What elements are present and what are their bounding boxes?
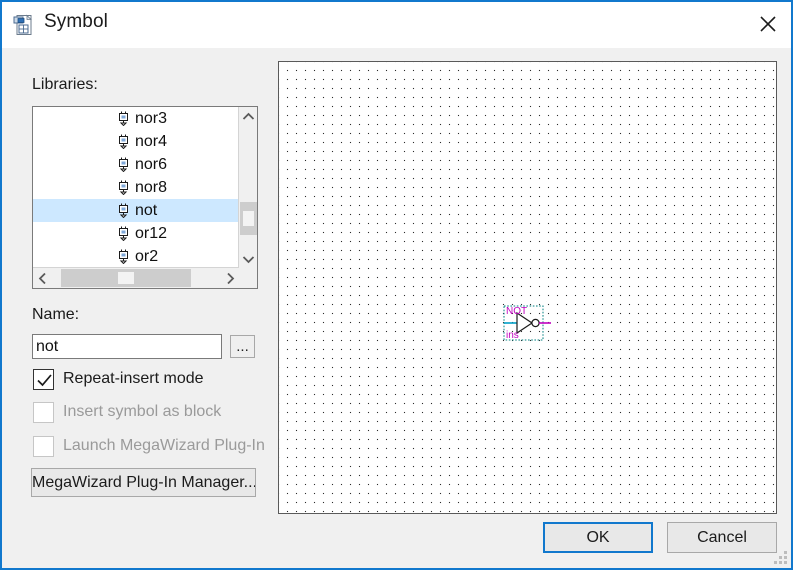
horizontal-scroll-thumb[interactable]	[61, 269, 191, 287]
libraries-list[interactable]: nor3 nor4 nor6 nor8 not or12 or2	[33, 107, 239, 268]
list-item-label: not	[135, 201, 158, 219]
list-item[interactable]: nor4	[33, 130, 239, 153]
name-label: Name:	[32, 306, 80, 323]
insert-symbol-as-block-checkbox	[33, 401, 54, 423]
list-item-label: nor3	[135, 109, 168, 127]
launch-megawizard-checkbox	[33, 435, 54, 457]
scroll-left-icon[interactable]	[33, 269, 51, 287]
horizontal-scroll-thumb-inner	[117, 271, 135, 285]
list-item-label: nor4	[135, 132, 168, 150]
not-gate-symbol: NOT ins	[503, 305, 553, 341]
list-item[interactable]: nor8	[33, 176, 239, 199]
symbol-pin-text: ins	[506, 330, 519, 341]
vertical-scroll-thumb-inner	[242, 210, 255, 227]
list-item[interactable]: not	[33, 199, 239, 222]
title-bar: Symbol	[2, 2, 791, 49]
launch-megawizard-label: Launch MegaWizard Plug-In	[63, 437, 265, 454]
list-item[interactable]: nor6	[33, 153, 239, 176]
resize-grip-dot	[779, 556, 782, 559]
scroll-up-icon[interactable]	[239, 107, 257, 125]
list-item-label: or12	[135, 224, 168, 242]
list-item[interactable]: or2	[33, 245, 239, 268]
symbol-chip-icon	[117, 157, 130, 173]
repeat-insert-mode-checkbox[interactable]	[33, 368, 54, 390]
ok-button[interactable]: OK	[543, 522, 653, 553]
insert-symbol-as-block-checkbox-row: Insert symbol as block	[33, 401, 221, 423]
insert-symbol-as-block-label: Insert symbol as block	[63, 403, 222, 420]
browse-button[interactable]: ...	[230, 335, 255, 358]
window-title: Symbol	[44, 11, 108, 32]
symbol-preview-canvas[interactable]: NOT ins	[278, 61, 777, 514]
repeat-insert-mode-checkbox-row[interactable]: Repeat-insert mode	[33, 368, 204, 390]
resize-grip-dot	[779, 561, 782, 564]
list-item-label: nor6	[135, 155, 168, 173]
list-item-label: nor8	[135, 178, 168, 196]
close-icon[interactable]	[744, 2, 791, 46]
resize-grip-dot	[784, 551, 787, 554]
launch-megawizard-checkbox-row: Launch MegaWizard Plug-In	[33, 435, 265, 457]
symbol-chip-icon	[117, 226, 130, 242]
symbol-chip-icon	[117, 134, 130, 150]
list-item-label: or2	[135, 247, 159, 265]
libraries-label: Libraries:	[32, 76, 98, 93]
scroll-right-icon[interactable]	[221, 269, 239, 287]
libraries-vertical-scrollbar[interactable]	[238, 107, 257, 268]
scrollbar-corner	[239, 268, 257, 288]
vertical-scroll-thumb[interactable]	[240, 202, 257, 235]
resize-grip-dot	[774, 561, 777, 564]
symbol-file-icon	[12, 13, 36, 37]
symbol-chip-icon	[117, 180, 130, 196]
megawizard-plugin-manager-button[interactable]: MegaWizard Plug-In Manager...	[31, 468, 256, 497]
symbol-dialog-window: Symbol Libraries: nor3 nor4 nor6 nor8 not or1…	[0, 0, 793, 570]
resize-grip-dot	[784, 556, 787, 559]
symbol-chip-icon	[117, 111, 130, 127]
scroll-down-icon[interactable]	[239, 250, 257, 268]
dialog-body: Libraries: nor3 nor4 nor6 nor8 not or12 or2	[2, 48, 791, 568]
symbol-chip-icon	[117, 203, 130, 219]
symbol-name-text: NOT	[506, 306, 527, 317]
list-item[interactable]: nor3	[33, 107, 239, 130]
symbol-chip-icon	[117, 249, 130, 265]
resize-grip[interactable]	[774, 551, 788, 565]
libraries-list-frame: nor3 nor4 nor6 nor8 not or12 or2	[32, 106, 258, 289]
repeat-insert-mode-label: Repeat-insert mode	[63, 370, 204, 387]
list-item[interactable]: or12	[33, 222, 239, 245]
libraries-horizontal-scrollbar[interactable]	[33, 267, 239, 288]
resize-grip-dot	[784, 561, 787, 564]
name-input[interactable]	[32, 334, 222, 359]
cancel-button[interactable]: Cancel	[667, 522, 777, 553]
